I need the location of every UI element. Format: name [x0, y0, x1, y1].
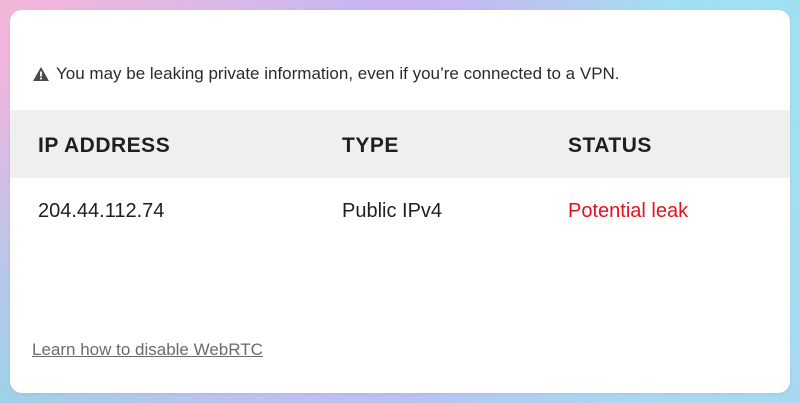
warning-text: You may be leaking private information, … [56, 64, 620, 83]
column-header-ip-address: IP ADDRESS [38, 134, 171, 157]
learn-disable-webrtc-link[interactable]: Learn how to disable WebRTC [32, 340, 263, 360]
column-header-status: STATUS [568, 134, 652, 157]
warning-message: You may be leaking private information, … [32, 64, 620, 84]
column-header-type: TYPE [342, 134, 399, 157]
status-cell: Potential leak [568, 200, 689, 222]
webrtc-leak-card: You may be leaking private information, … [10, 10, 790, 393]
table-header: IP ADDRESS TYPE STATUS [10, 110, 790, 178]
table-row: 204.44.112.74 Public IPv4 Potential leak [10, 178, 790, 246]
warning-triangle-icon [33, 67, 49, 81]
type-cell: Public IPv4 [342, 200, 443, 222]
ip-address-cell: 204.44.112.74 [38, 200, 165, 222]
